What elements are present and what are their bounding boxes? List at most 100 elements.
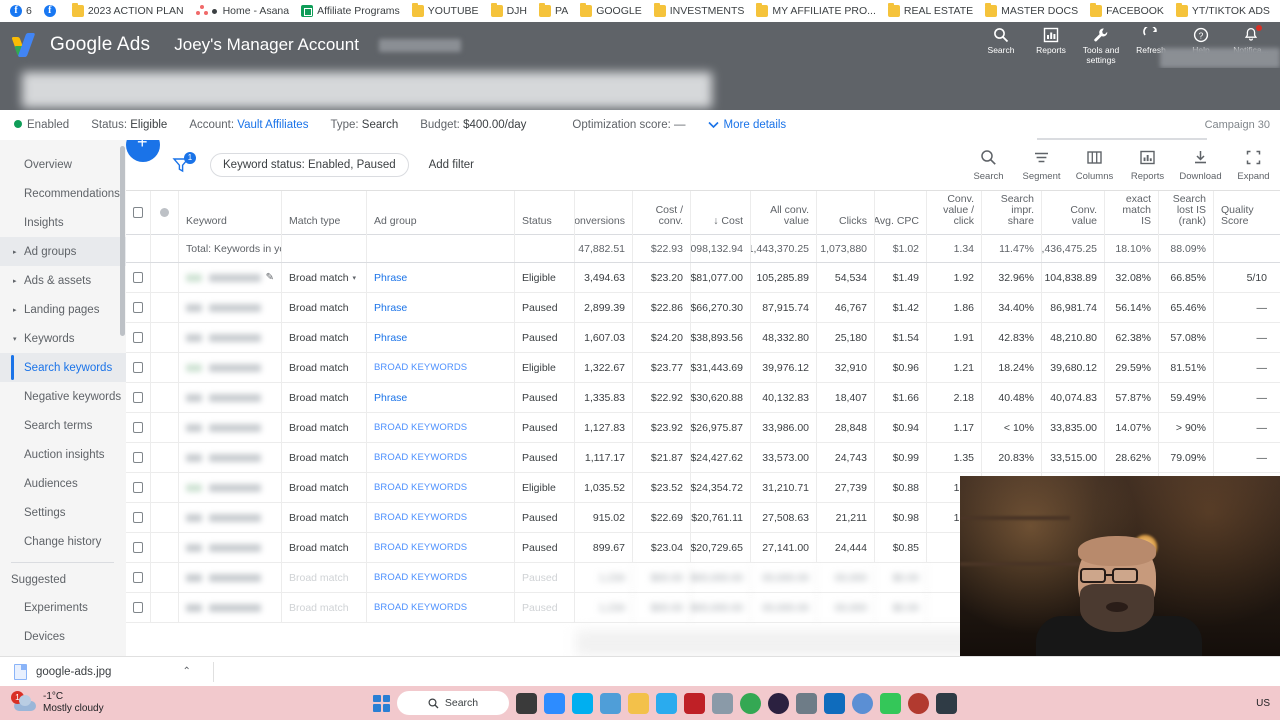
toolbar-columns-button[interactable]: Columns	[1068, 149, 1121, 182]
bookmark-item[interactable]: MY AFFILIATE PRO...	[750, 3, 881, 19]
bookmark-item[interactable]: f6	[4, 3, 38, 19]
sidebar-item-recommendations[interactable]: Recommendations	[0, 179, 126, 208]
row-status-icon[interactable]	[151, 533, 179, 562]
toolbar-search-button[interactable]: Search	[962, 149, 1015, 182]
skype-icon[interactable]	[572, 692, 593, 714]
col-quality-score[interactable]: Quality Score	[1214, 191, 1274, 235]
ad-group-link[interactable]: BROAD KEYWORDS	[374, 422, 467, 433]
ad-group-link[interactable]: Phrase	[374, 302, 407, 314]
row-checkbox[interactable]	[126, 413, 151, 442]
row-status-icon[interactable]	[151, 263, 179, 292]
row-checkbox[interactable]	[126, 383, 151, 412]
ad-group-link[interactable]: BROAD KEYWORDS	[374, 452, 467, 463]
row-checkbox[interactable]	[126, 503, 151, 532]
col-match-type[interactable]: Match type	[282, 190, 367, 235]
ad-group-link[interactable]: BROAD KEYWORDS	[374, 482, 467, 493]
table-row[interactable]: ✎ Broad match ▾ Phrase Eligible 3,494.63 $23.2…	[126, 263, 1280, 293]
globe-icon[interactable]	[908, 692, 929, 714]
chrome-icon[interactable]	[740, 692, 761, 714]
zoom-icon[interactable]	[544, 692, 565, 714]
weather-widget[interactable]: 1 -1°C Mostly cloudy	[0, 691, 104, 715]
sidebar-item-landing-pages[interactable]: ▸ Landing pages	[0, 295, 126, 324]
notepad-icon[interactable]	[600, 692, 621, 714]
edit-keyword-icon[interactable]: ✎	[266, 272, 274, 283]
moon-icon[interactable]	[768, 692, 789, 714]
row-status-icon[interactable]	[151, 293, 179, 322]
filter-chip-keyword-status[interactable]: Keyword status: Enabled, Paused	[210, 153, 409, 177]
row-checkbox[interactable]	[126, 533, 151, 562]
sidebar-item-search-terms[interactable]: Search terms	[0, 411, 126, 440]
cell-match-type[interactable]: Broad match	[282, 563, 367, 592]
cell-match-type[interactable]: Broad match	[282, 593, 367, 622]
bookmark-item[interactable]: YT/TIKTOK ADS	[1170, 3, 1276, 19]
filezilla-icon[interactable]	[684, 692, 705, 714]
bookmark-item[interactable]: REAL ESTATE	[882, 3, 979, 19]
bookmark-item[interactable]: INVESTMENTS	[648, 3, 751, 19]
row-status-icon[interactable]	[151, 473, 179, 502]
col-conv-value[interactable]: Conv. value	[1042, 190, 1105, 235]
sidebar-item-ad-groups[interactable]: ▸ Ad groups	[0, 237, 126, 266]
cell-ad-group[interactable]: BROAD KEYWORDS	[367, 443, 515, 472]
row-status-icon[interactable]	[151, 353, 179, 382]
row-checkbox[interactable]	[126, 443, 151, 472]
sidebar-item-audiences[interactable]: Audiences	[0, 469, 126, 498]
sidebar-item-search-keywords[interactable]: Search keywords	[0, 353, 126, 382]
table-row[interactable]: Broad match Phrase Paused 1,607.03 $24.20 $38…	[126, 323, 1280, 353]
sidebar-item-devices[interactable]: Devices	[0, 622, 126, 651]
cell-match-type[interactable]: Broad match	[282, 353, 367, 382]
sidebar-item-negative-keywords[interactable]: Negative keywords	[0, 382, 126, 411]
cell-ad-group[interactable]: Phrase	[367, 263, 515, 292]
table-row[interactable]: Broad match BROAD KEYWORDS Eligible 1,322.6…	[126, 353, 1280, 383]
sidebar-item-keywords[interactable]: ▾ Keywords	[0, 324, 126, 353]
cell-keyword[interactable]	[179, 383, 282, 412]
tools-button[interactable]: Tools and settings	[1076, 22, 1126, 65]
row-status-icon[interactable]	[151, 383, 179, 412]
cell-ad-group[interactable]: BROAD KEYWORDS	[367, 413, 515, 442]
toolbar-reports-button[interactable]: Reports	[1121, 149, 1174, 182]
folder-icon[interactable]	[628, 692, 649, 714]
cell-match-type[interactable]: Broad match	[282, 473, 367, 502]
col-clicks[interactable]: Clicks	[817, 190, 875, 235]
bookmark-item[interactable]: DJH	[485, 3, 533, 19]
ad-group-link[interactable]: BROAD KEYWORDS	[374, 602, 467, 613]
cell-keyword[interactable]	[179, 413, 282, 442]
bookmark-item[interactable]: 2023 ACTION PLAN	[66, 3, 190, 19]
ad-group-link[interactable]: Phrase	[374, 332, 407, 344]
bookmark-item[interactable]: SERVER STUFF	[1276, 3, 1280, 19]
sidebar-item-experiments[interactable]: Experiments	[0, 593, 126, 622]
col-cost-per-conv[interactable]: Cost / conv.	[633, 190, 691, 235]
file-explorer-icon[interactable]	[516, 692, 537, 714]
cell-match-type[interactable]: Broad match	[282, 443, 367, 472]
toolbar-expand-button[interactable]: Expand	[1227, 149, 1280, 182]
table-row[interactable]: Broad match BROAD KEYWORDS Paused 1,117.17 $…	[126, 443, 1280, 473]
cell-keyword[interactable]	[179, 533, 282, 562]
cell-keyword[interactable]	[179, 353, 282, 382]
row-checkbox[interactable]	[126, 293, 151, 322]
cell-ad-group[interactable]: BROAD KEYWORDS	[367, 593, 515, 622]
sidebar-item-ads-assets[interactable]: ▸ Ads & assets	[0, 266, 126, 295]
sidebar-item-overview[interactable]: Overview	[0, 150, 126, 179]
col-conversions[interactable]: Conversions	[575, 190, 633, 235]
ad-group-link[interactable]: BROAD KEYWORDS	[374, 542, 467, 553]
taskbar-search-box[interactable]: Search	[397, 691, 509, 715]
cell-keyword[interactable]	[179, 593, 282, 622]
row-checkbox[interactable]	[126, 263, 151, 292]
ad-group-link[interactable]: Phrase	[374, 272, 407, 284]
table-row[interactable]: Broad match BROAD KEYWORDS Paused 1,127.83 $…	[126, 413, 1280, 443]
ad-group-link[interactable]: BROAD KEYWORDS	[374, 512, 467, 523]
col-keyword[interactable]: Keyword	[179, 190, 282, 235]
cell-keyword[interactable]	[179, 503, 282, 532]
cell-match-type[interactable]: Broad match	[282, 293, 367, 322]
col-cost[interactable]: ↓ Cost	[691, 190, 751, 235]
account-link[interactable]: Vault Affiliates	[237, 119, 308, 131]
cell-ad-group[interactable]: BROAD KEYWORDS	[367, 563, 515, 592]
toolbar-segment-button[interactable]: Segment	[1015, 149, 1068, 182]
bookmark-item[interactable]: FACEBOOK	[1084, 3, 1170, 19]
col-search-lost-is-rank[interactable]: Search lost IS (rank)	[1159, 190, 1214, 235]
cell-keyword[interactable]	[179, 473, 282, 502]
cell-match-type[interactable]: Broad match	[282, 533, 367, 562]
display-icon[interactable]	[936, 692, 957, 714]
account-name[interactable]: Joey's Manager Account	[174, 35, 359, 55]
row-status-icon[interactable]	[151, 413, 179, 442]
row-checkbox[interactable]	[126, 563, 151, 592]
